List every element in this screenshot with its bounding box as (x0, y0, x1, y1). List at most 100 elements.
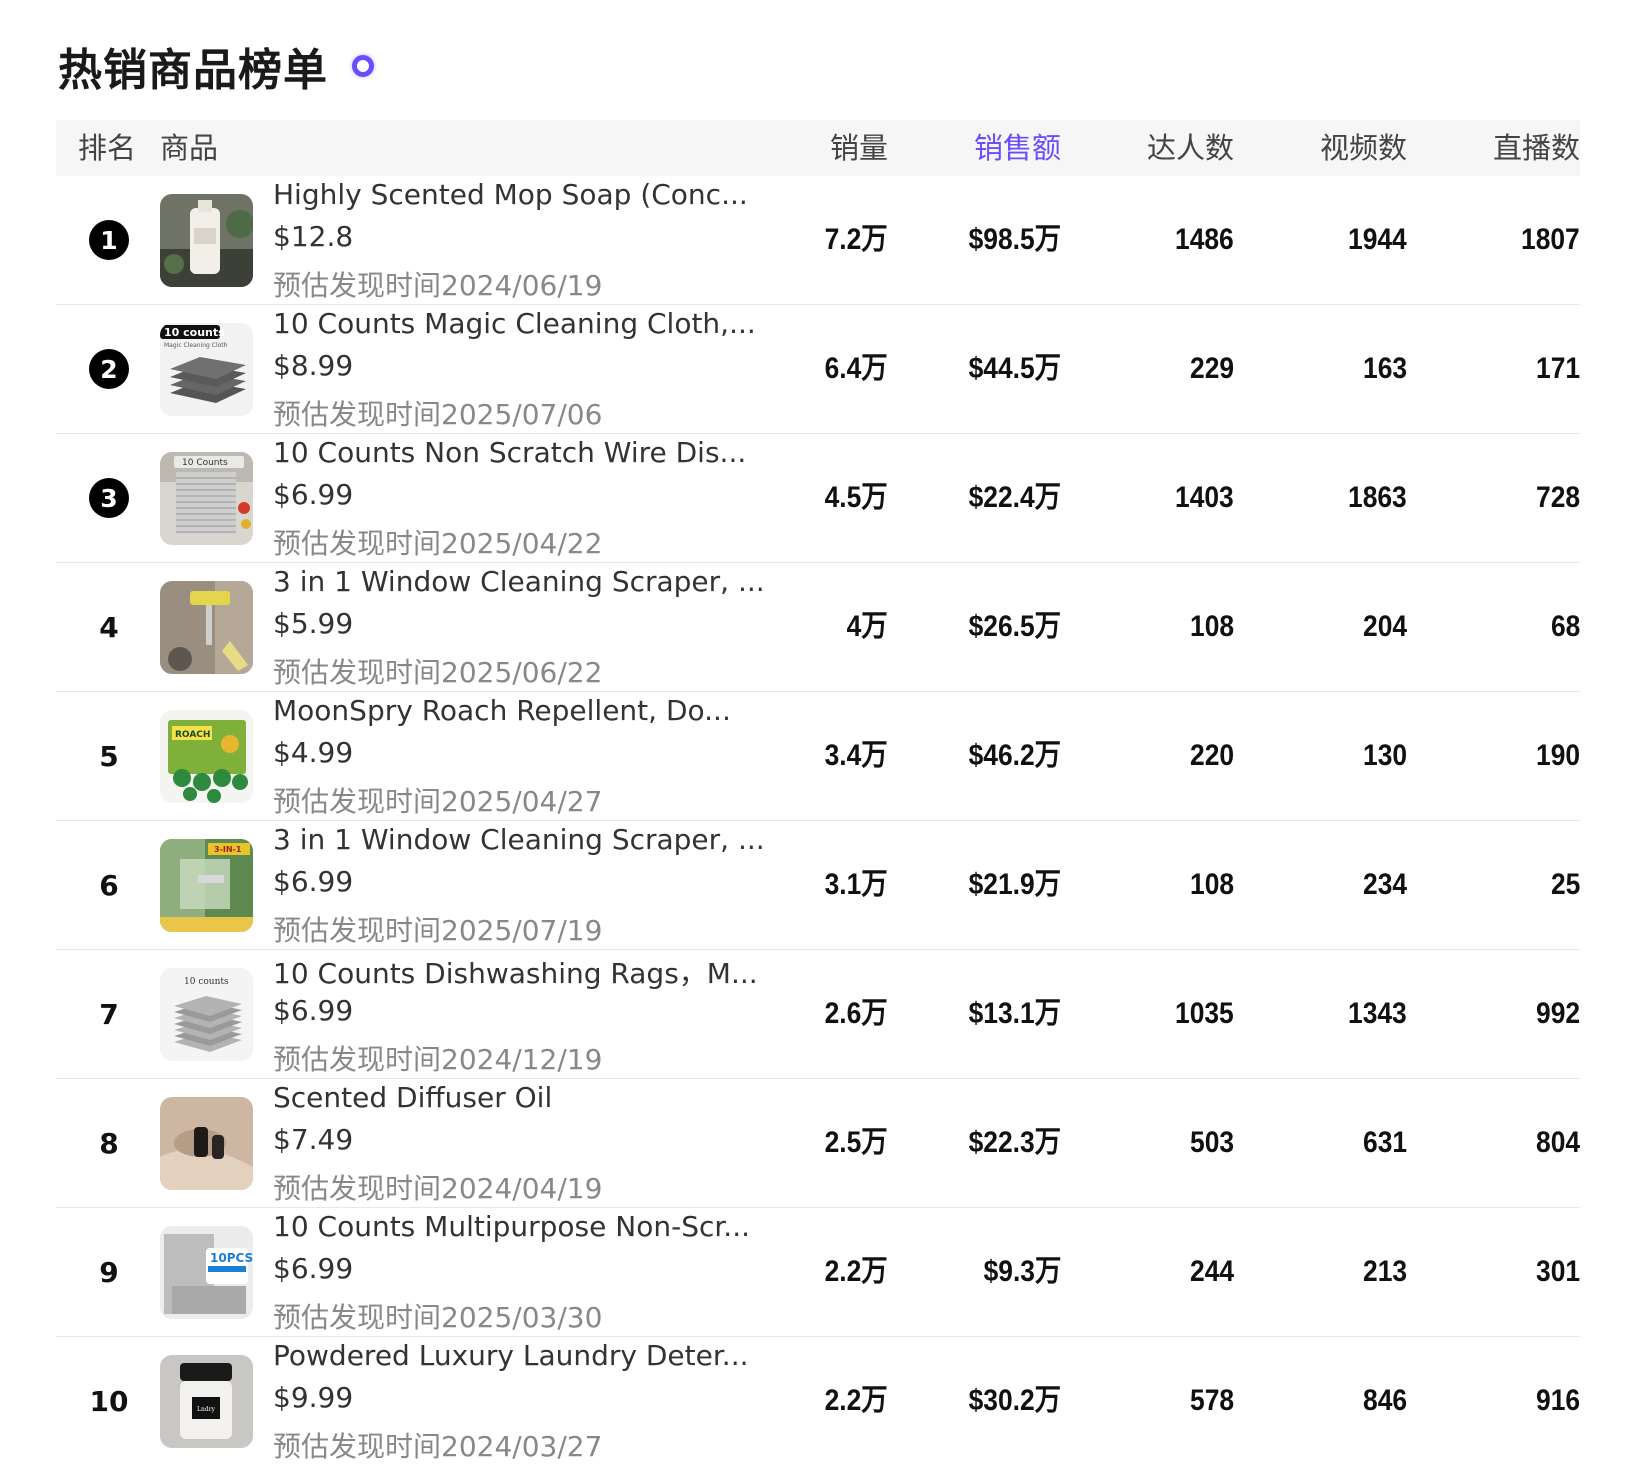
creators-value: 244 (1189, 1255, 1234, 1288)
revenue-value: $22.3万 (968, 1126, 1061, 1159)
column-header-revenue[interactable]: 销售额 (974, 120, 1061, 176)
product-name-link[interactable]: 3 in 1 Window Cleaning Scraper, ... (273, 823, 765, 856)
product-name-link[interactable]: 10 Counts Dishwashing Rags，M... (273, 952, 758, 992)
page-header: 热销商品榜单 (58, 36, 374, 96)
product-thumbnail[interactable] (160, 1097, 253, 1190)
product-name-link[interactable]: MoonSpry Roach Repellent, Do... (273, 694, 731, 727)
creators-value: 1035 (1175, 997, 1234, 1030)
column-header-sales[interactable]: 销量 (830, 120, 888, 176)
live-value: 992 (1535, 997, 1580, 1030)
table-row[interactable]: 1 Highly Scented Mop Soap (Conc... $12.8 预估… (56, 176, 1580, 305)
videos-value: 213 (1362, 1255, 1407, 1288)
page-title: 热销商品榜单 (58, 45, 328, 96)
product-name-link[interactable]: 3 in 1 Window Cleaning Scraper, ... (273, 565, 765, 598)
table-row[interactable]: 7 10 counts 10 Counts Dishwashing Rags，M..… (56, 950, 1580, 1079)
product-thumbnail[interactable] (160, 194, 253, 287)
column-header-product: 商品 (160, 131, 219, 165)
table-row[interactable]: 2 10 counts Magic Cleaning Cloth 10 Counts … (56, 305, 1580, 434)
product-price: $6.99 (273, 478, 354, 511)
table-row[interactable]: 9 10PCS 10 Counts Multipurpose Non-Scr... $… (56, 1208, 1580, 1337)
discovery-date: 预估发现时间2025/03/30 (273, 1301, 603, 1334)
live-value: 1807 (1521, 223, 1580, 256)
discovery-date: 预估发现时间2024/04/19 (273, 1172, 603, 1205)
discovery-date: 预估发现时间2025/07/19 (273, 914, 603, 947)
product-price: $6.99 (273, 865, 354, 898)
product-thumbnail[interactable]: 10 Counts (160, 452, 253, 545)
sales-value: 4.5万 (824, 481, 888, 514)
product-thumbnail[interactable] (160, 581, 253, 674)
creators-value: 108 (1189, 610, 1234, 643)
product-price: $7.49 (273, 1123, 354, 1156)
sales-value: 3.4万 (824, 739, 888, 772)
sales-value: 2.2万 (824, 1255, 888, 1288)
product-thumbnail[interactable]: 10PCS (160, 1226, 253, 1319)
column-header-videos[interactable]: 视频数 (1320, 120, 1407, 176)
discovery-date: 预估发现时间2025/04/27 (273, 785, 603, 818)
creators-value: 220 (1189, 739, 1234, 772)
sales-value: 2.2万 (824, 1384, 888, 1417)
live-indicator-icon (352, 55, 374, 77)
product-price: $12.8 (273, 220, 354, 253)
product-name-link[interactable]: Powdered Luxury Laundry Deter... (273, 1339, 749, 1372)
svg-text:Lndry: Lndry (197, 1406, 216, 1413)
product-price: $6.99 (273, 1252, 354, 1285)
svg-text:ROACH: ROACH (175, 730, 210, 740)
product-price: $8.99 (273, 349, 354, 382)
table-row[interactable]: 5 ROACH MoonSpry Roach Repellent, Do... $4.… (56, 692, 1580, 821)
revenue-value: $9.3万 (983, 1255, 1061, 1288)
videos-value: 163 (1362, 352, 1407, 385)
product-name-link[interactable]: Scented Diffuser Oil (273, 1081, 552, 1114)
revenue-value: $46.2万 (968, 739, 1061, 772)
rank-badge: 3 (89, 478, 129, 518)
rank-badge: 1 (89, 220, 129, 260)
product-price: $9.99 (273, 1381, 354, 1414)
discovery-date: 预估发现时间2024/06/19 (273, 269, 603, 302)
rank-badge: 9 (99, 1255, 119, 1289)
creators-value: 108 (1189, 868, 1234, 901)
live-value: 728 (1535, 481, 1580, 514)
column-header-rank: 排名 (78, 131, 137, 165)
product-thumbnail[interactable]: 10 counts (160, 968, 253, 1061)
revenue-value: $98.5万 (968, 223, 1061, 256)
product-thumbnail[interactable]: 3-IN-1 (160, 839, 253, 932)
revenue-value: $30.2万 (968, 1384, 1061, 1417)
product-name-link[interactable]: 10 Counts Magic Cleaning Cloth,... (273, 307, 756, 340)
table-row[interactable]: 6 3-IN-1 3 in 1 Window Cleaning Scraper, .… (56, 821, 1580, 950)
rank-badge: 7 (99, 997, 119, 1031)
product-thumbnail[interactable]: 10 counts Magic Cleaning Cloth (160, 323, 253, 416)
discovery-date: 预估发现时间2025/07/06 (273, 398, 603, 431)
videos-value: 1343 (1348, 997, 1407, 1030)
product-name-link[interactable]: Highly Scented Mop Soap (Conc... (273, 178, 748, 211)
column-header-live[interactable]: 直播数 (1493, 120, 1580, 176)
videos-value: 234 (1362, 868, 1407, 901)
creators-value: 229 (1189, 352, 1234, 385)
live-value: 916 (1535, 1384, 1580, 1417)
videos-value: 631 (1362, 1126, 1407, 1159)
svg-text:10 counts: 10 counts (164, 326, 225, 339)
videos-value: 1863 (1348, 481, 1407, 514)
discovery-date: 预估发现时间2024/12/19 (273, 1043, 603, 1076)
table-header: 排名 商品 销量 销售额 达人数 视频数 直播数 (56, 120, 1580, 176)
product-price: $4.99 (273, 736, 354, 769)
videos-value: 204 (1362, 610, 1407, 643)
column-header-creators[interactable]: 达人数 (1147, 120, 1234, 176)
sales-value: 2.5万 (824, 1126, 888, 1159)
table-row[interactable]: 3 10 Counts 10 Counts Non Scratch Wire Dis… (56, 434, 1580, 563)
table-row[interactable]: 8 Scented Diffuser Oil $7.49 预估发现时间2024/04/… (56, 1079, 1580, 1208)
product-price: $5.99 (273, 607, 354, 640)
table-body: 1 Highly Scented Mop Soap (Conc... $12.8 预估… (56, 176, 1580, 1464)
product-thumbnail[interactable]: ROACH (160, 710, 253, 803)
videos-value: 130 (1362, 739, 1407, 772)
product-thumbnail[interactable]: Lndry (160, 1355, 253, 1448)
svg-text:3-IN-1: 3-IN-1 (214, 845, 242, 854)
sales-value: 7.2万 (824, 223, 888, 256)
product-name-link[interactable]: 10 Counts Non Scratch Wire Dis... (273, 436, 746, 469)
table-row[interactable]: 4 3 in 1 Window Cleaning Scraper, ... $5.9… (56, 563, 1580, 692)
svg-text:10PCS: 10PCS (210, 1251, 253, 1265)
rank-badge: 10 (89, 1384, 129, 1418)
sales-value: 3.1万 (824, 868, 888, 901)
table-row[interactable]: 10 Lndry Powdered Luxury Laundry Deter... $… (56, 1337, 1580, 1464)
rank-badge: 2 (89, 349, 129, 389)
product-name-link[interactable]: 10 Counts Multipurpose Non-Scr... (273, 1210, 750, 1243)
rank-badge: 4 (99, 610, 119, 644)
